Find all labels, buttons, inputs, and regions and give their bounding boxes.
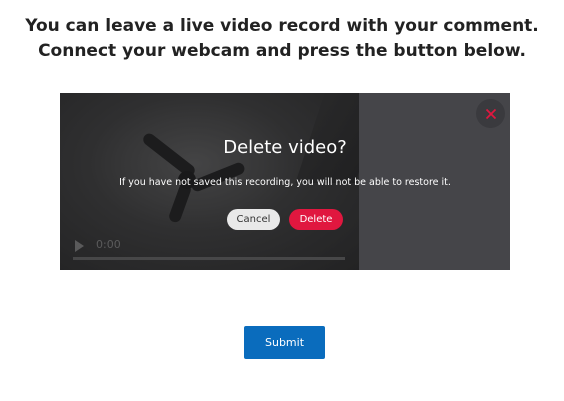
delete-video-dialog: Delete video? If you have not saved this… xyxy=(60,93,510,270)
instructions-line-1: You can leave a live video record with y… xyxy=(25,16,539,36)
cancel-button[interactable]: Cancel xyxy=(227,209,280,230)
dialog-message: If you have not saved this recording, yo… xyxy=(119,177,451,188)
video-recorder: 0:00 Delete video? If you have not saved… xyxy=(60,93,510,270)
dialog-title: Delete video? xyxy=(223,137,347,158)
instructions-line-2: Connect your webcam and press the button… xyxy=(38,41,526,61)
delete-button[interactable]: Delete xyxy=(289,209,343,230)
submit-button[interactable]: Submit xyxy=(244,326,325,359)
instructions: You can leave a live video record with y… xyxy=(0,14,564,64)
